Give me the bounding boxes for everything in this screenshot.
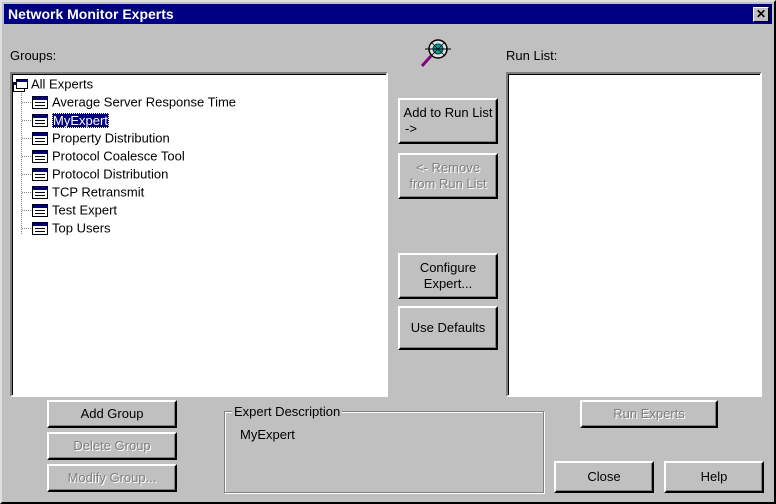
configure-expert-button[interactable]: Configure Expert...	[398, 253, 498, 299]
tree-item[interactable]: TCP Retransmit	[32, 183, 144, 201]
tree-item-label: MyExpert	[52, 112, 109, 128]
tree-connector	[21, 88, 22, 234]
tree-connector	[22, 174, 31, 175]
tree-connector	[22, 228, 31, 229]
tree-connector	[22, 102, 31, 103]
tree-connector	[22, 138, 31, 139]
tree-item-label: Protocol Distribution	[52, 166, 169, 182]
expert-icon	[32, 96, 48, 110]
magnifier-expert-icon	[416, 36, 456, 70]
tree-item-label: Test Expert	[52, 202, 118, 218]
tree-item[interactable]: MyExpert	[32, 111, 109, 129]
run-list-label: Run List:	[506, 48, 558, 63]
tree-item[interactable]: Protocol Distribution	[32, 165, 168, 183]
groups-tree-content: All Experts Average Server Response Time…	[12, 74, 384, 394]
expert-icon	[32, 114, 48, 128]
run-experts-button[interactable]: Run Experts	[580, 400, 718, 428]
groups-label: Groups:	[10, 48, 57, 63]
tree-item[interactable]: Top Users	[32, 219, 111, 237]
window-title: Network Monitor Experts	[8, 6, 174, 22]
expert-icon	[32, 186, 48, 200]
tree-item[interactable]: Protocol Coalesce Tool	[32, 147, 185, 165]
delete-group-button[interactable]: Delete Group	[47, 432, 177, 460]
tree-item-label: Average Server Response Time	[52, 94, 237, 110]
experts-dialog: Network Monitor Experts ✕ Groups: All Ex…	[0, 0, 776, 504]
help-button[interactable]: Help	[664, 461, 764, 493]
tree-item-label: Property Distribution	[52, 130, 170, 146]
expert-icon	[32, 222, 48, 236]
tree-item-label: Protocol Coalesce Tool	[52, 148, 185, 164]
run-list-box[interactable]	[506, 72, 762, 397]
tree-connector	[22, 210, 31, 211]
add-group-button[interactable]: Add Group	[47, 400, 177, 428]
expert-icon	[32, 132, 48, 146]
tree-connector	[22, 156, 31, 157]
use-defaults-button[interactable]: Use Defaults	[398, 306, 498, 350]
tree-connector	[22, 120, 31, 121]
modify-group-button[interactable]: Modify Group...	[47, 464, 177, 492]
tree-item[interactable]: Test Expert	[32, 201, 117, 219]
expert-description-legend: Expert Description	[232, 404, 343, 419]
title-bar: Network Monitor Experts ✕	[4, 4, 772, 24]
tree-item[interactable]: Property Distribution	[32, 129, 170, 147]
expert-description-text: MyExpert	[240, 427, 295, 442]
tree-item-label: Top Users	[52, 220, 111, 236]
close-window-button[interactable]: ✕	[753, 7, 769, 22]
expert-icon	[32, 150, 48, 164]
tree-connector	[22, 192, 31, 193]
add-to-run-list-button[interactable]: Add to Run List ->	[398, 98, 498, 144]
tree-root[interactable]: All Experts	[13, 75, 93, 93]
expert-icon	[32, 168, 48, 182]
expert-icon	[32, 204, 48, 218]
expert-description-group	[224, 411, 544, 493]
remove-from-run-list-button[interactable]: <- Remove from Run List	[398, 153, 498, 199]
expert-group-icon	[13, 78, 28, 93]
tree-item-label: TCP Retransmit	[52, 184, 145, 200]
close-button[interactable]: Close	[554, 461, 654, 493]
tree-item[interactable]: Average Server Response Time	[32, 93, 236, 111]
